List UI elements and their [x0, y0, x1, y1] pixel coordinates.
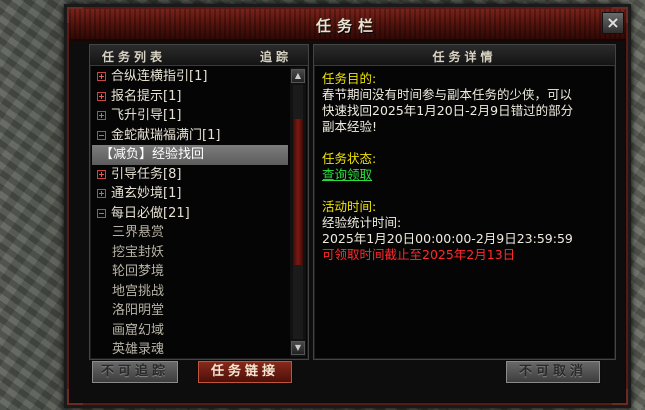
- task-group-row[interactable]: 飞升引导[1]: [92, 106, 288, 126]
- task-row[interactable]: 三界悬赏: [92, 223, 288, 243]
- activity-stat-label: 经验统计时间:: [322, 215, 402, 230]
- close-icon[interactable]: ×: [602, 12, 624, 34]
- frame-corner: [612, 389, 628, 405]
- scroll-down-icon[interactable]: ▼: [291, 341, 305, 355]
- task-label: 英雄录魂: [112, 342, 165, 357]
- claim-deadline: 可领取时间截止至2025年2月13日: [322, 247, 516, 262]
- task-label: 报名提示[1]: [111, 88, 182, 104]
- task-window: 任务栏 × 任务列表 追踪 合纵连横指引[1] 报名提示[1] 飞升引导[1] 金蛇献…: [64, 4, 631, 408]
- task-group-row[interactable]: 通玄妙境[1]: [92, 184, 288, 204]
- status-heading: 任务状态:: [322, 151, 377, 166]
- goal-heading: 任务目的:: [322, 71, 377, 86]
- task-list-panel: 任务列表 追踪 合纵连横指引[1] 报名提示[1] 飞升引导[1] 金蛇献瑞福满门[1…: [89, 44, 309, 360]
- untrack-button[interactable]: 不可追踪: [91, 360, 179, 384]
- expand-icon[interactable]: [97, 72, 106, 81]
- task-detail-header: 任务详情: [314, 45, 615, 66]
- task-detail-title: 任务详情: [432, 50, 497, 64]
- task-label: 【减负】经验找回: [100, 147, 205, 162]
- collapse-icon[interactable]: [97, 130, 106, 140]
- activity-stat-period: 2025年1月20日00:00:00-2月9日23:59:59: [322, 231, 573, 246]
- task-list-header: 任务列表 追踪: [90, 45, 308, 66]
- task-row[interactable]: 【减负】经验找回: [92, 145, 288, 165]
- task-row[interactable]: 洛阳明堂: [92, 301, 288, 321]
- task-label: 飞升引导[1]: [111, 108, 182, 123]
- task-label: 画窟幻域: [112, 322, 165, 338]
- task-row[interactable]: 挖宝封妖: [92, 243, 288, 263]
- scroll-thumb[interactable]: [293, 119, 303, 265]
- task-group-row[interactable]: 合纵连横指引[1]: [92, 67, 288, 87]
- task-label: 地宫挑战: [112, 283, 165, 299]
- task-label: 通玄妙境[1]: [111, 186, 182, 201]
- task-list-scrollbar[interactable]: ▲ ▼: [290, 67, 306, 357]
- task-group-row[interactable]: 每日必做[21]: [92, 204, 288, 224]
- task-row[interactable]: 英雄录魂: [92, 340, 288, 357]
- window-titlebar[interactable]: 任务栏 ×: [69, 9, 626, 41]
- task-label: 洛阳明堂: [112, 303, 165, 318]
- task-row[interactable]: 轮回梦境: [92, 262, 288, 282]
- expand-icon[interactable]: [97, 189, 106, 198]
- task-row[interactable]: 画窟幻域: [92, 321, 288, 341]
- cancel-task-button[interactable]: 不可取消: [505, 360, 601, 384]
- collapse-icon[interactable]: [97, 208, 106, 218]
- task-label: 引导任务[8]: [111, 166, 182, 182]
- task-detail-content: 任务目的: 春节期间没有时间参与副本任务的少侠，可以快速找回2025年1月20日…: [322, 71, 584, 263]
- task-list: 合纵连横指引[1] 报名提示[1] 飞升引导[1] 金蛇献瑞福满门[1] 【减负】经验找…: [92, 67, 288, 357]
- query-claim-link[interactable]: 查询领取: [322, 167, 584, 183]
- window-title: 任务栏: [315, 17, 379, 35]
- task-label: 合纵连横指引[1]: [111, 69, 208, 84]
- track-column-title: 追踪: [259, 50, 292, 64]
- task-group-row[interactable]: 报名提示[1]: [92, 87, 288, 107]
- task-list-title: 任务列表: [102, 50, 167, 64]
- frame-corner: [67, 389, 83, 405]
- task-group-row[interactable]: 金蛇献瑞福满门[1]: [92, 126, 288, 146]
- task-label: 挖宝封妖: [112, 244, 165, 260]
- expand-icon[interactable]: [97, 169, 106, 179]
- expand-icon[interactable]: [97, 111, 106, 120]
- task-link-button[interactable]: 任务链接: [197, 360, 293, 384]
- task-label: 金蛇献瑞福满门[1]: [111, 127, 221, 143]
- scroll-up-icon[interactable]: ▲: [291, 69, 305, 83]
- goal-text: 春节期间没有时间参与副本任务的少侠，可以快速找回2025年1月20日-2月9日错…: [322, 87, 574, 134]
- activity-heading: 活动时间:: [322, 199, 377, 214]
- task-label: 轮回梦境: [112, 264, 165, 279]
- expand-icon[interactable]: [97, 91, 106, 101]
- task-detail-panel: 任务详情 任务目的: 春节期间没有时间参与副本任务的少侠，可以快速找回2025年…: [313, 44, 616, 360]
- task-row[interactable]: 地宫挑战: [92, 282, 288, 302]
- task-group-row[interactable]: 引导任务[8]: [92, 165, 288, 185]
- task-label: 每日必做[21]: [111, 205, 190, 221]
- task-label: 三界悬赏: [112, 225, 165, 240]
